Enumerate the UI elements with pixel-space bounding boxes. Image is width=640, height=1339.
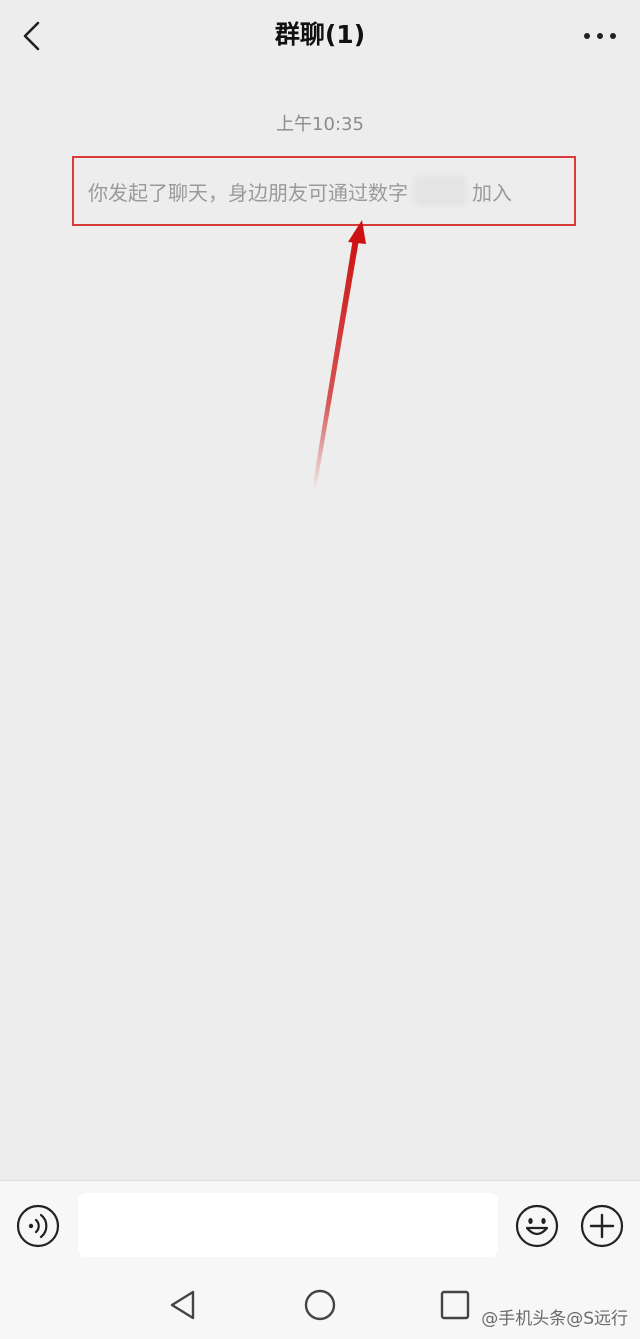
circle-home-icon	[304, 1289, 336, 1321]
watermark-text: @手机头条@S远行	[481, 1309, 628, 1329]
blurred-number	[414, 176, 466, 206]
emoji-icon	[515, 1204, 559, 1248]
more-button[interactable]	[578, 14, 622, 58]
chat-title: 群聊(1)	[274, 20, 366, 49]
more-functions-button[interactable]	[580, 1204, 624, 1248]
square-recent-icon	[440, 1290, 470, 1320]
chevron-left-icon	[23, 21, 40, 51]
plus-circle-icon	[580, 1204, 624, 1248]
triangle-back-icon	[170, 1290, 195, 1320]
input-bar	[0, 1180, 640, 1270]
voice-icon	[16, 1204, 60, 1248]
back-button[interactable]	[10, 14, 54, 58]
nav-back-button[interactable]	[166, 1288, 200, 1322]
message-input[interactable]	[78, 1193, 498, 1257]
system-message-text: 你发起了聊天，身边朋友可通过数字	[88, 180, 408, 205]
system-message: 你发起了聊天，身边朋友可通过数字 加入	[72, 156, 576, 226]
system-message-suffix: 加入	[472, 180, 512, 205]
emoji-button[interactable]	[515, 1204, 559, 1248]
nav-recent-button[interactable]	[438, 1288, 472, 1322]
chat-area: 上午10:35 你发起了聊天，身边朋友可通过数字 加入	[0, 72, 640, 1180]
nav-home-button[interactable]	[303, 1288, 337, 1322]
message-timestamp: 上午10:35	[276, 114, 364, 135]
chat-header: 群聊(1)	[0, 0, 640, 72]
more-dots-icon	[584, 33, 616, 39]
annotation-arrow	[312, 220, 366, 490]
voice-button[interactable]	[16, 1204, 60, 1248]
